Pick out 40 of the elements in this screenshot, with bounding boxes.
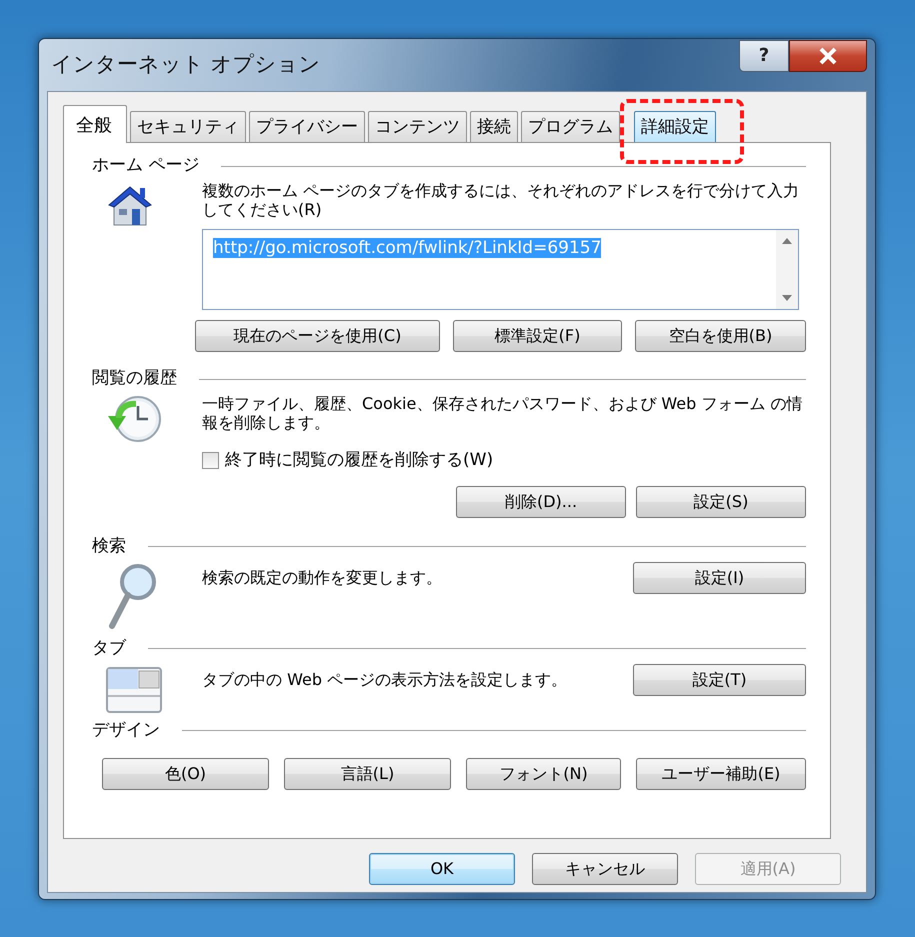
scroll-down-icon[interactable] bbox=[782, 295, 792, 301]
tab[interactable]: プライバシー bbox=[249, 111, 365, 142]
button[interactable]: 色(O) bbox=[102, 758, 269, 790]
button[interactable]: 設定(S) bbox=[636, 486, 806, 518]
clock-icon bbox=[106, 394, 162, 444]
scrollbar[interactable] bbox=[776, 230, 798, 309]
button[interactable]: キャンセル bbox=[532, 853, 678, 885]
button[interactable]: 標準設定(F) bbox=[453, 320, 622, 352]
close-icon bbox=[817, 47, 839, 65]
button[interactable]: ユーザー補助(E) bbox=[636, 758, 806, 790]
tab[interactable]: セキュリティ bbox=[130, 111, 246, 142]
button[interactable]: 設定(I) bbox=[633, 562, 806, 594]
window-title: インターネット オプション bbox=[51, 51, 321, 78]
tab[interactable]: プログラム bbox=[521, 111, 620, 142]
section-heading: デザイン bbox=[92, 718, 160, 742]
section-heading: タブ bbox=[92, 636, 126, 660]
close-button[interactable] bbox=[789, 40, 867, 72]
button[interactable]: 削除(D)... bbox=[456, 486, 626, 518]
button[interactable]: 言語(L) bbox=[284, 758, 451, 790]
scroll-up-icon[interactable] bbox=[782, 238, 792, 244]
help-button[interactable]: ? bbox=[739, 40, 789, 72]
button[interactable]: 現在のページを使用(C) bbox=[195, 320, 440, 352]
tab[interactable]: コンテンツ bbox=[368, 111, 467, 142]
button: 適用(A) bbox=[695, 853, 841, 885]
button[interactable]: 設定(T) bbox=[633, 664, 806, 696]
section-heading: 閲覧の履歴 bbox=[92, 367, 177, 390]
description-text: 複数のホーム ページのタブを作成するには、それぞれのアドレスを行で分けて入力してください(R) bbox=[202, 181, 800, 219]
tab[interactable]: 詳細設定 bbox=[634, 111, 716, 142]
description-text: 検索の既定の動作を変更します。 bbox=[202, 568, 442, 586]
description-text: 一時ファイル、履歴、Cookie、保存されたパスワード、および Web フォーム の情報を削除します。 bbox=[202, 394, 804, 432]
section-heading: 検索 bbox=[92, 534, 126, 558]
checkbox[interactable] bbox=[202, 452, 219, 470]
description-text: タブの中の Web ページの表示方法を設定します。 bbox=[202, 670, 568, 688]
button[interactable]: 空白を使用(B) bbox=[635, 320, 806, 352]
button[interactable]: フォント(N) bbox=[466, 758, 621, 790]
section-heading: ホーム ページ bbox=[92, 154, 200, 178]
checkbox-label[interactable]: 終了時に閲覧の履歴を削除する(W) bbox=[225, 448, 494, 474]
tab[interactable]: 接続 bbox=[470, 111, 518, 142]
button[interactable]: OK bbox=[369, 853, 515, 885]
tab[interactable]: 全般 bbox=[63, 105, 127, 143]
